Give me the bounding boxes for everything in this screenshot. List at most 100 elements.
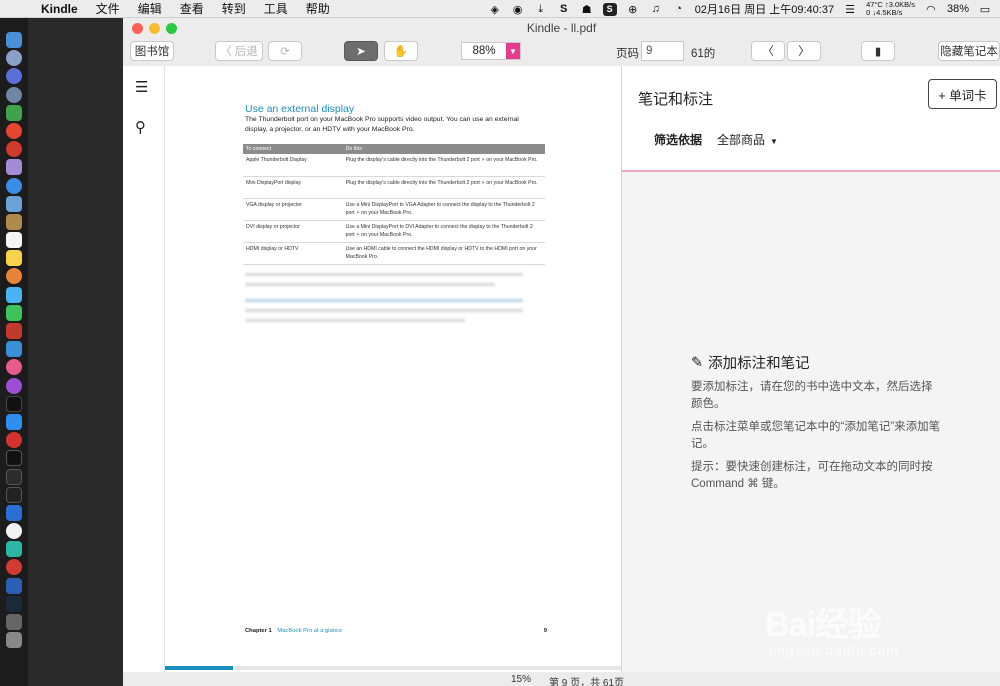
notebook-title: 笔记和标注 xyxy=(638,91,714,108)
footer-page-number: 9 xyxy=(543,628,547,634)
table-cell: Plug the display's cable directly into t… xyxy=(342,176,545,199)
battery-icon[interactable]: ▭ xyxy=(978,3,992,16)
kindle-window: Kindle - ll.pdf 图书馆 〈 后退 ⟳ ➤ ✋ 88% ▼ 页码 … xyxy=(123,18,1000,686)
table-of-contents-icon[interactable]: ☰ xyxy=(135,78,148,96)
flashcards-button[interactable]: + 单词卡 xyxy=(928,79,997,109)
section-heading: Use an external display xyxy=(245,103,355,115)
back-button[interactable]: 〈 后退 xyxy=(215,41,263,61)
menu-edit[interactable]: 编辑 xyxy=(129,0,171,17)
dock-preview-icon[interactable] xyxy=(6,195,22,212)
page-label: 页码 xyxy=(616,48,639,60)
dock-notes-icon[interactable] xyxy=(6,250,22,267)
dock-trash-icon[interactable] xyxy=(6,632,22,649)
reading-progress-fill xyxy=(165,666,234,670)
sync-icon: ⟳ xyxy=(280,46,290,58)
dock-monitor-icon[interactable] xyxy=(6,468,22,485)
dock-yandex-icon[interactable] xyxy=(6,523,22,540)
clock-datetime[interactable]: 02月16日 周日 上午09:40:37 xyxy=(695,1,834,17)
dock-vivaldi-icon[interactable] xyxy=(6,432,22,449)
table-row: Apple Thunderbolt Display Plug the displ… xyxy=(243,154,545,177)
dock-podcasts-icon[interactable] xyxy=(6,377,22,394)
dock-terminal-icon[interactable] xyxy=(6,450,22,467)
menu-go[interactable]: 转到 xyxy=(213,0,255,17)
menu-view[interactable]: 查看 xyxy=(171,0,213,17)
dock-itunes-icon[interactable] xyxy=(6,359,22,376)
menu-help[interactable]: 帮助 xyxy=(297,0,339,17)
status-area: ◈ ◉ ⤓ S ☗ S ⊕ ♫ ◔ 02月16日 周日 上午09:40:37 ☰… xyxy=(488,0,1000,18)
dock-cleaner-icon[interactable] xyxy=(6,541,22,558)
dock-finder-icon[interactable] xyxy=(6,32,22,48)
library-button[interactable]: 图书馆 xyxy=(130,41,174,61)
dock-word-icon[interactable] xyxy=(6,577,22,594)
title-bar: Kindle - ll.pdf xyxy=(123,18,1000,38)
filter-dropdown[interactable]: 全部商品 ▼ xyxy=(717,131,778,148)
dock-system-icon[interactable] xyxy=(6,68,22,85)
battery-percent[interactable]: 38% xyxy=(947,3,969,15)
dock-photos-icon[interactable] xyxy=(6,268,22,285)
empty-notes-message: ✎ 添加标注和笔记 要添加标注，请在您的书中选中文本，然后选择颜色。 点击标注菜… xyxy=(691,352,941,499)
document-page[interactable]: Use an external display The Thunderbolt … xyxy=(165,66,621,672)
previous-page-button[interactable]: 〈 xyxy=(751,41,785,61)
dock-android-icon[interactable] xyxy=(6,104,22,121)
dock-launchpad-icon[interactable] xyxy=(6,50,22,67)
dock-chrome-icon[interactable] xyxy=(6,122,22,139)
menu-file[interactable]: 文件 xyxy=(87,0,129,17)
dock-photo-booth-icon[interactable] xyxy=(6,323,22,339)
dock-app-red-icon[interactable] xyxy=(6,141,22,158)
zoom-select[interactable]: 88% ▼ xyxy=(461,42,521,60)
notebook-panel: 笔记和标注 + 单词卡 筛选依据 全部商品 ▼ ✎ 添加标注和笔记 要添加标注，请… xyxy=(621,66,1000,672)
fox-icon[interactable]: ◈ xyxy=(488,3,502,16)
s-app-icon[interactable]: S xyxy=(557,3,571,16)
dock-console-icon[interactable] xyxy=(6,486,22,503)
table-cell: VGA display or projector xyxy=(243,198,343,221)
dock-appstore-icon[interactable] xyxy=(6,413,22,430)
search-icon[interactable]: ⚲ xyxy=(135,118,146,136)
table-cell: Use a Mini DisplayPort to DVI Adapter to… xyxy=(342,220,545,243)
table-cell: Use a Mini DisplayPort to VGA Adapter to… xyxy=(342,198,545,221)
hand-tool-button[interactable]: ✋ xyxy=(384,41,418,61)
dock-kindle-icon[interactable] xyxy=(6,595,22,612)
globe-icon[interactable]: ⊕ xyxy=(626,3,640,16)
table-header-cell: To connect xyxy=(243,144,343,154)
speed-icon[interactable]: ◔ xyxy=(672,3,686,16)
page-position: 第 9 页，共 61页 xyxy=(549,678,625,686)
chevron-down-icon[interactable]: ▼ xyxy=(506,43,520,59)
download-icon[interactable]: ⤓ xyxy=(534,3,548,16)
dock-netease-icon[interactable] xyxy=(6,559,22,576)
select-tool-button[interactable]: ➤ xyxy=(344,41,378,61)
dock xyxy=(0,18,28,686)
sync-button[interactable]: ⟳ xyxy=(268,41,302,61)
table-row: DVI display or projector Use a Mini Disp… xyxy=(243,220,545,243)
dock-books-icon[interactable] xyxy=(6,213,22,230)
dock-messages-icon[interactable] xyxy=(6,286,22,303)
dock-vpn-icon[interactable] xyxy=(6,504,22,521)
table-cell: Mini DisplayPort display xyxy=(243,176,343,199)
dock-tv-icon[interactable] xyxy=(6,395,22,412)
dock-app-purple-icon[interactable] xyxy=(6,159,22,176)
footer-section: MacBook Pro at a glance xyxy=(277,628,343,634)
table-header-row: To connect Do this xyxy=(243,144,545,154)
hide-notebook-button[interactable]: 隐藏笔记本 xyxy=(938,41,1000,61)
page-number-input[interactable]: 9 xyxy=(641,41,684,61)
input-method-icon[interactable]: ☰ xyxy=(843,3,857,16)
dock-rocket-icon[interactable] xyxy=(6,86,22,103)
bookmark-button[interactable]: ▮ xyxy=(861,41,895,61)
system-monitor[interactable]: 47°C ↑3.0KB/s 0 ↓4.5KB/s xyxy=(866,1,915,17)
dock-keynote-icon[interactable] xyxy=(6,341,22,358)
back-button-label: 后退 xyxy=(234,46,258,58)
menu-app-name[interactable]: Kindle xyxy=(32,2,87,16)
camera-icon[interactable]: ◉ xyxy=(511,3,525,16)
dock-folder-icon[interactable] xyxy=(6,614,22,630)
next-page-button[interactable]: 〉 xyxy=(787,41,821,61)
filter-value: 全部商品 xyxy=(717,133,766,147)
dock-facetime-icon[interactable] xyxy=(6,304,22,321)
dock-calendar-icon[interactable] xyxy=(6,232,22,249)
ghost-icon[interactable]: ☗ xyxy=(580,3,594,16)
menu-tools[interactable]: 工具 xyxy=(255,0,297,17)
s-box-icon[interactable]: S xyxy=(602,2,617,16)
dock-safari-icon[interactable] xyxy=(6,177,22,194)
table-cell: Use an HDMI cable to connect the HDMI di… xyxy=(342,242,545,265)
menu-bar: Kindle 文件 编辑 查看 转到 工具 帮助 ◈ ◉ ⤓ S ☗ S ⊕ ♫… xyxy=(0,0,1000,18)
wifi-icon[interactable]: ◠ xyxy=(924,3,938,16)
music-icon[interactable]: ♫ xyxy=(649,3,663,16)
